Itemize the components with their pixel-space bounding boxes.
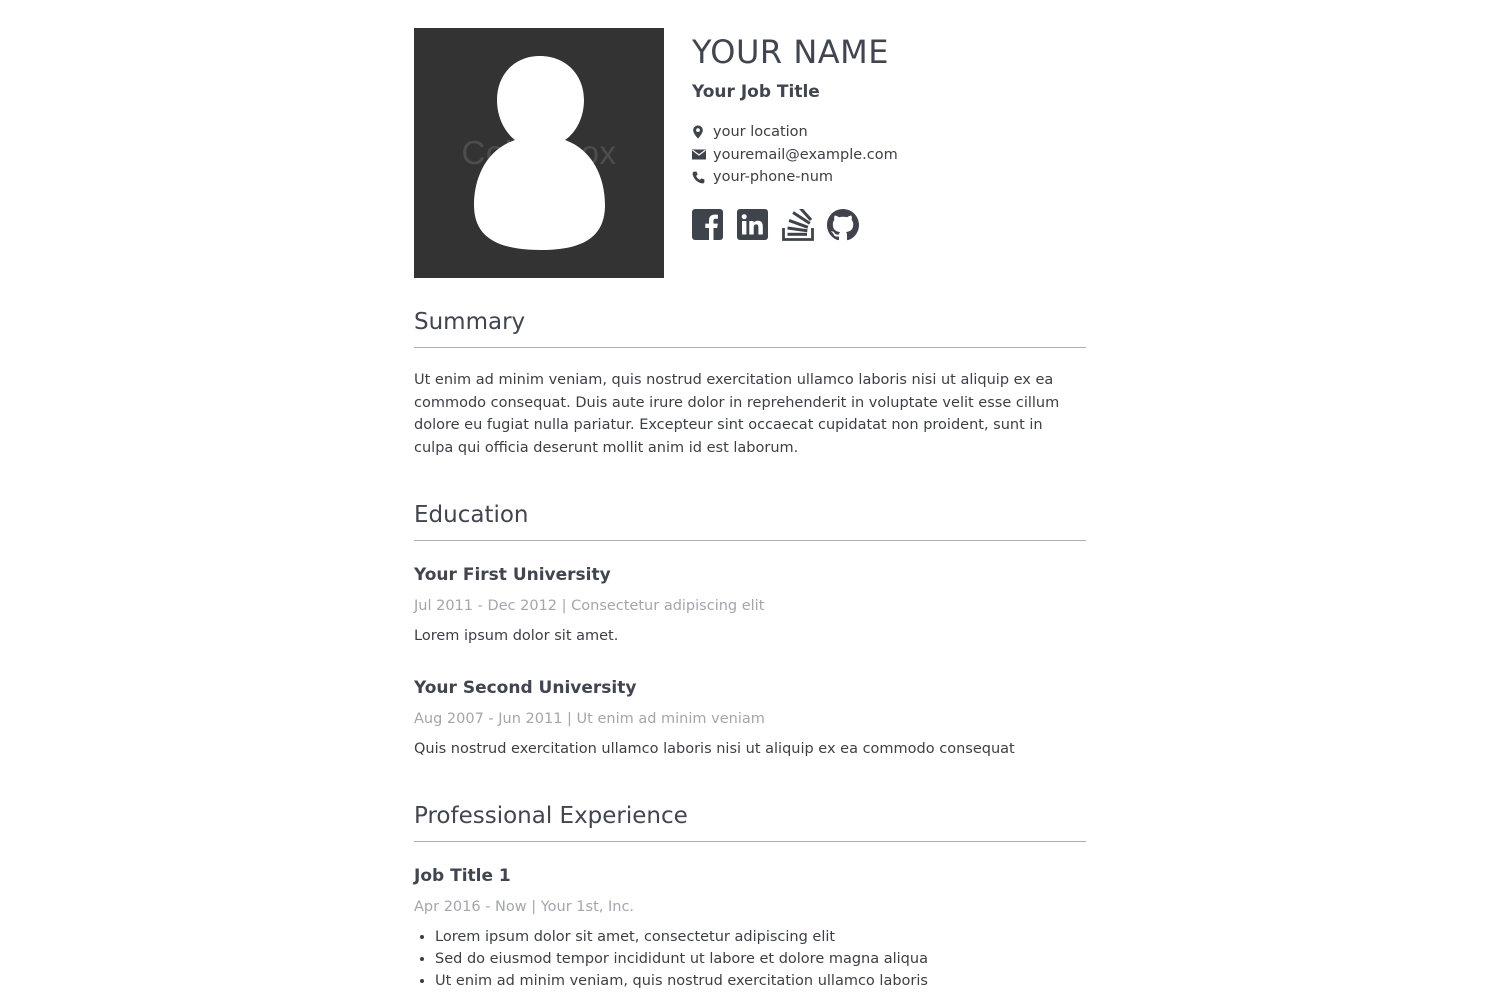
education-entry: Your Second University Aug 2007 - Jun 20… [414, 677, 1086, 759]
resume-page: Colourbox YOUR NAME Your Job Title your … [0, 0, 1500, 1000]
identity-block: YOUR NAME Your Job Title your location y… [692, 28, 898, 278]
education-description: Lorem ipsum dolor sit amet. [414, 628, 619, 644]
photo-watermark: Colourbox [461, 134, 617, 171]
full-name: YOUR NAME [692, 33, 889, 71]
summary-section: Summary Ut enim ad minim veniam, quis no… [414, 308, 1086, 459]
contact-email-text[interactable]: youremail@example.com [713, 147, 898, 163]
facebook-icon[interactable] [692, 208, 724, 241]
education-section: Education Your First University Jul 2011… [414, 501, 1086, 759]
contact-list: your location youremail@example.com your… [692, 121, 898, 189]
school-name: Your First University [414, 565, 611, 585]
education-heading: Education [414, 501, 1086, 541]
contact-phone: your-phone-num [692, 166, 898, 189]
stackoverflow-icon[interactable] [782, 205, 814, 241]
experience-entry: Job Title 1 Apr 2016 - Now | Your 1st, I… [414, 865, 1086, 992]
job-bullet-list: Lorem ipsum dolor sit amet, consectetur … [414, 926, 1086, 992]
list-item: Ut enim ad minim veniam, quis nostrud ex… [435, 970, 1086, 992]
profile-header: Colourbox YOUR NAME Your Job Title your … [414, 28, 1086, 278]
github-icon[interactable] [827, 208, 859, 241]
envelope-icon [692, 147, 713, 163]
job-entry-title: Job Title 1 [414, 866, 511, 886]
list-item: Lorem ipsum dolor sit amet, consectetur … [435, 926, 1086, 948]
education-dates: Jul 2011 - Dec 2012 | Consectetur adipis… [414, 598, 765, 614]
contact-location: your location [692, 121, 898, 144]
list-item: Sed do eiusmod tempor incididunt ut labo… [435, 948, 1086, 970]
contact-email[interactable]: youremail@example.com [692, 144, 898, 167]
map-pin-icon [692, 124, 713, 140]
contact-phone-text: your-phone-num [713, 169, 834, 186]
school-name: Your Second University [414, 678, 637, 698]
social-links [692, 205, 898, 241]
linkedin-icon[interactable] [737, 208, 769, 241]
education-description: Quis nostrud exercitation ullamco labori… [414, 741, 1015, 757]
job-entry-dates: Apr 2016 - Now | Your 1st, Inc. [414, 899, 635, 915]
contact-location-text: your location [713, 124, 808, 141]
education-dates: Aug 2007 - Jun 2011 | Ut enim ad minim v… [414, 711, 765, 727]
job-title: Your Job Title [692, 82, 820, 102]
phone-icon [692, 169, 713, 185]
education-entry: Your First University Jul 2011 - Dec 201… [414, 564, 1086, 646]
experience-section: Professional Experience Job Title 1 Apr … [414, 802, 1086, 992]
resume-content: Colourbox YOUR NAME Your Job Title your … [414, 28, 1086, 992]
summary-heading: Summary [414, 308, 1086, 348]
profile-photo: Colourbox [414, 28, 664, 278]
experience-heading: Professional Experience [414, 802, 1086, 842]
summary-text: Ut enim ad minim veniam, quis nostrud ex… [414, 372, 1060, 456]
